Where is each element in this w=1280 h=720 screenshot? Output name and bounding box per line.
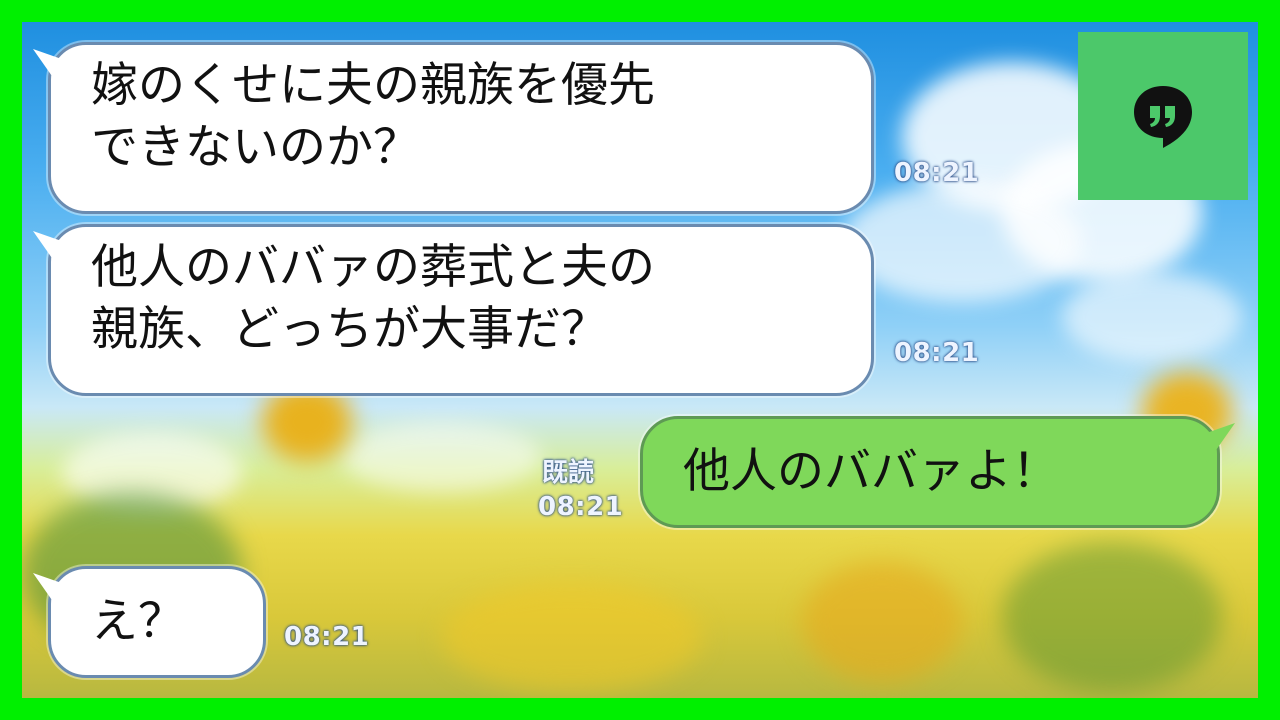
incoming-message-bubble: 他人のババァの葬式と夫の 親族、どっちが大事だ？ [48, 224, 874, 396]
read-receipt: 既読 [542, 458, 595, 488]
incoming-message-bubble: え？ [48, 566, 266, 678]
chat-quote-icon [1134, 86, 1192, 148]
message-timestamp: 08:21 [894, 338, 980, 368]
message-timestamp: 08:21 [284, 622, 370, 652]
message-timestamp: 08:21 [538, 492, 624, 522]
incoming-message-bubble: 嫁のくせに夫の親族を優先 できないのか？ [48, 42, 874, 214]
message-timestamp: 08:21 [894, 158, 980, 188]
app-icon-tile [1078, 32, 1248, 200]
outgoing-message-bubble: 他人のババァよ！ [640, 416, 1220, 528]
